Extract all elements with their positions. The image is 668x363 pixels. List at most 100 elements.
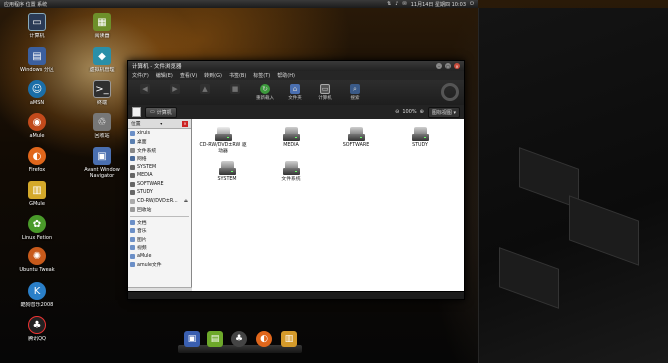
sidebar-item-filesystem[interactable]: 文件系统	[128, 146, 191, 155]
cube-icon: ◆	[93, 47, 111, 65]
computer-button[interactable]: ▭ 计算机	[312, 84, 338, 101]
sidebar-bookmark-documents[interactable]: 文档	[128, 218, 191, 227]
folder-icon	[130, 245, 135, 251]
sidebar-bookmark-amule-files[interactable]: amule文件	[128, 261, 191, 270]
ubuntu-icon: ✺	[28, 247, 46, 265]
window-titlebar[interactable]: 计算机 - 文件浏览器 – □ ×	[128, 61, 464, 71]
power-icon[interactable]: ⏻	[470, 1, 474, 7]
mail-icon[interactable]: ✉	[403, 1, 407, 7]
sidebar-header[interactable]: 位置 ▾ ×	[128, 119, 191, 129]
desktop-icon-books[interactable]: ▦ 阅读器	[77, 13, 127, 39]
sidebar-item-trash[interactable]: 回收站	[128, 206, 191, 215]
network-icon[interactable]: ⇅	[387, 1, 391, 7]
menu-help[interactable]: 帮助(H)	[277, 72, 295, 79]
up-button[interactable]: ▲上级	[192, 84, 218, 101]
desktop-icon-windows-partition[interactable]: ▤ Windows 分区	[12, 47, 62, 73]
drive-icon: ▤	[28, 47, 46, 65]
hard-drive-icon	[218, 161, 236, 175]
book-icon: ▦	[93, 13, 111, 31]
desktop-icon-amule[interactable]: ◉ aMule	[12, 113, 62, 139]
minimize-button[interactable]: –	[436, 63, 442, 69]
sidebar-bookmark-music[interactable]: 音乐	[128, 227, 191, 236]
desktop-icon-computer[interactable]: ▭ 计算机	[12, 13, 62, 39]
desktop-icon-trash[interactable]: ♲ 回收站	[77, 113, 127, 139]
stop-icon: ■	[230, 84, 240, 94]
desktop-icon-linux-fetion[interactable]: ✿ Linux Fetion	[12, 215, 62, 241]
toolbar: ◀后退 ▶前进 ▲上级 ■停止 ↻重新载入 ⌂文件夹 ▭计算机 ⌕搜索	[128, 80, 464, 105]
home-button[interactable]: ⌂ 文件夹	[282, 84, 308, 101]
sidebar-item-network[interactable]: 网络	[128, 155, 191, 164]
search-button[interactable]: ⌕ 搜索	[342, 84, 368, 101]
zoom-out-icon[interactable]: ⊖	[395, 109, 399, 115]
view-mode-select[interactable]: 图标视图 ▾	[427, 106, 460, 118]
forward-button[interactable]: ▶前进	[162, 84, 188, 101]
menu-edit[interactable]: 编辑(E)	[156, 72, 173, 79]
drive-icon	[130, 190, 135, 196]
fetion-icon: ✿	[28, 215, 46, 233]
sidebar-item-cdrom[interactable]: CD-RW/DVD±R... ⏏	[128, 197, 191, 206]
sidebar: 位置 ▾ × xiruis 桌面 文件系统 网络 SYSTEM MEDIA SO…	[128, 119, 192, 293]
desktop-icon-firefox[interactable]: ◐ Firefox	[12, 147, 62, 173]
volume-icon[interactable]: ♪	[395, 1, 398, 7]
filmstrip-decoration	[499, 247, 559, 309]
dock-notes-icon[interactable]: ▥	[281, 331, 297, 347]
drive-icon	[130, 181, 135, 187]
file-item-system[interactable]: SYSTEM	[202, 161, 252, 183]
monitor-icon: ▭	[28, 13, 46, 31]
desktop-icon-gmule[interactable]: ▥ GMule	[12, 181, 62, 207]
applications-menu[interactable]: 应用程序 位置 系统	[4, 1, 47, 8]
file-item-filesystem[interactable]: 文件系统	[266, 161, 316, 183]
location-bar: ▭ 计算机 ⊖ 100% ⊕ 图标视图 ▾	[128, 105, 464, 119]
dock-penguin-icon[interactable]: ♣	[231, 331, 247, 347]
file-item-software[interactable]: SOFTWARE	[331, 127, 381, 149]
back-button[interactable]: ◀后退	[132, 84, 158, 101]
desktop-icon-avant[interactable]: ▣ Avant Window Navigator	[77, 147, 127, 179]
stop-button[interactable]: ■停止	[222, 84, 248, 101]
desktop-icon-kugou[interactable]: K 酷狗音乐2008	[12, 282, 62, 308]
menu-bookmarks[interactable]: 书签(B)	[229, 72, 246, 79]
menu-file[interactable]: 文件(F)	[132, 72, 149, 79]
desktop-icon-ubuntu-tweak[interactable]: ✺ Ubuntu Tweak	[12, 247, 62, 273]
sidebar-bookmark-videos[interactable]: 视频	[128, 244, 191, 253]
desktop-icon	[130, 139, 135, 145]
cdrom-drive-icon	[214, 127, 232, 141]
sidebar-bookmark-amule[interactable]: aMule	[128, 252, 191, 261]
folder-icon	[130, 262, 135, 268]
file-item-study[interactable]: STUDY	[395, 127, 445, 149]
sidebar-item-desktop[interactable]: 桌面	[128, 138, 191, 147]
dock-firefox-icon[interactable]: ◐	[256, 331, 272, 347]
eject-icon[interactable]: ⏏	[184, 199, 188, 204]
zoom-control: ⊖ 100% ⊕	[395, 109, 424, 115]
reload-button[interactable]: ↻ 重新载入	[252, 84, 278, 101]
dock-save-icon[interactable]: ▣	[184, 331, 200, 347]
desktop-icon-amsn[interactable]: ☺ aMSN	[12, 80, 62, 106]
sidebar-item-media[interactable]: MEDIA	[128, 172, 191, 181]
file-item-cdrom[interactable]: CD-RW/DVD±RW 驱动器	[198, 127, 248, 154]
zoom-in-icon[interactable]: ⊕	[420, 109, 424, 115]
kugou-icon: K	[28, 282, 46, 300]
breadcrumb-computer[interactable]: ▭ 计算机	[145, 106, 177, 118]
background-window	[478, 8, 668, 363]
desktop-icon-terminal[interactable]: >_ 终端	[77, 80, 127, 106]
status-bar	[128, 291, 464, 299]
sidebar-close-button[interactable]: ×	[182, 120, 188, 127]
sidebar-item-system[interactable]: SYSTEM	[128, 163, 191, 172]
menu-tabs[interactable]: 标签(T)	[253, 72, 270, 79]
desktop-icon-vm[interactable]: ◆ 虚拟机管理	[77, 47, 127, 73]
sidebar-item-home[interactable]: xiruis	[128, 129, 191, 138]
desktop-icon-qq[interactable]: ♣ 腾讯QQ	[12, 316, 62, 342]
dock-terminal-icon[interactable]: ▤	[207, 331, 223, 347]
close-button[interactable]: ×	[454, 63, 460, 69]
clock[interactable]: 11月14日 星期四 10:03	[411, 1, 466, 8]
dock: ▣ ▤ ♣ ◐ ▥	[178, 329, 302, 355]
maximize-button[interactable]: □	[445, 63, 451, 69]
computer-icon: ▭	[320, 84, 330, 94]
menu-go[interactable]: 转到(G)	[204, 72, 222, 79]
zoom-level: 100%	[402, 109, 417, 115]
edit-location-icon[interactable]	[132, 107, 141, 117]
sidebar-item-software[interactable]: SOFTWARE	[128, 180, 191, 189]
sidebar-item-study[interactable]: STUDY	[128, 189, 191, 198]
file-item-media[interactable]: MEDIA	[266, 127, 316, 149]
sidebar-bookmark-pictures[interactable]: 图片	[128, 235, 191, 244]
menu-view[interactable]: 查看(V)	[180, 72, 197, 79]
